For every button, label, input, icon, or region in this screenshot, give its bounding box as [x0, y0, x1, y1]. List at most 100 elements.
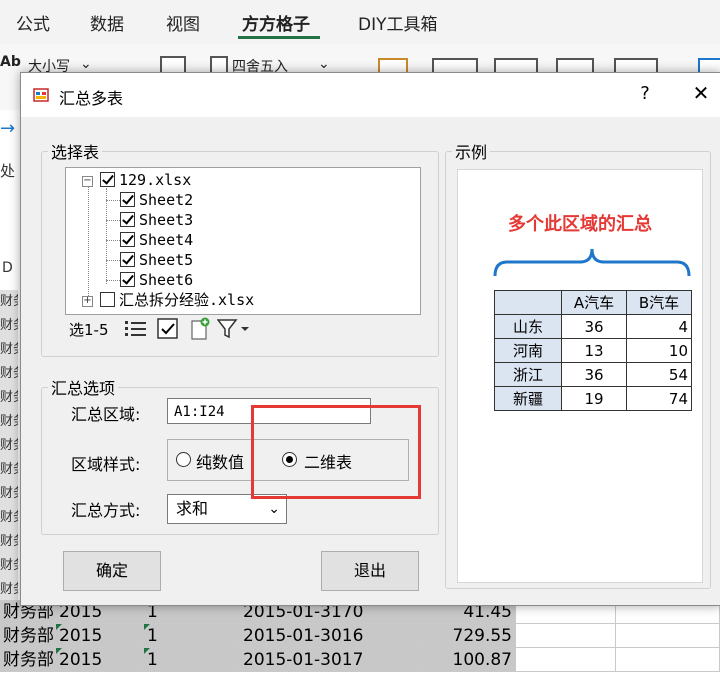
dialog-titlebar[interactable]: 汇总多表 ? ✕: [21, 73, 720, 117]
cell-date[interactable]: 2015-01-3016: [240, 624, 424, 648]
table-cell-region: 浙江: [494, 362, 562, 387]
tree-node-label: 129.xlsx: [119, 171, 192, 189]
check-all-icon[interactable]: [157, 318, 179, 340]
cell-empty[interactable]: [516, 624, 616, 648]
tab-view[interactable]: 视图: [166, 10, 200, 35]
cell-empty[interactable]: [616, 624, 720, 648]
tree-toolbar: 选1-5: [65, 313, 419, 345]
tree-node-label: Sheet2: [139, 191, 194, 209]
table-row: 财务部 2015 1 2015-01-3016 729.55: [0, 624, 720, 648]
cell-dept[interactable]: 财务部: [0, 386, 18, 410]
cell-empty[interactable]: [516, 648, 616, 672]
tree-line: [88, 182, 89, 304]
cell-dept[interactable]: 财务部: [0, 314, 18, 338]
example-table: A汽车 B汽车 山东 36 4 河南 13 10 浙江 36 54 新疆 19: [494, 290, 692, 411]
tree-line: [106, 200, 120, 201]
table-header-cell: [494, 290, 562, 315]
cell-dept[interactable]: 财务部: [0, 554, 18, 578]
expand-icon[interactable]: +: [82, 296, 93, 307]
cell-amount[interactable]: 729.55: [424, 624, 516, 648]
style-label: 区域样式:: [71, 455, 141, 474]
tree-node-label: Sheet5: [139, 251, 194, 269]
table-row: 山东 36 4: [494, 314, 692, 339]
example-panel: 多个此区域的汇总 A汽车 B汽车 山东 36 4 河南 13 10 浙江 36: [457, 169, 703, 583]
table-row: 财务部 2015 1 2015-01-3017 100.87: [0, 648, 720, 672]
handle-fragment: 处: [0, 162, 16, 180]
cell-dept[interactable]: 财务部: [0, 578, 18, 600]
sheet-tree[interactable]: − 129.xlsx Sheet2 Sheet3 Sheet4 Sheet5 S…: [65, 167, 421, 315]
checkbox-icon[interactable]: [120, 252, 135, 267]
collapse-icon[interactable]: −: [82, 176, 93, 187]
cell-dept[interactable]: 财务部: [0, 458, 18, 482]
cell-dept[interactable]: 财务部: [0, 362, 18, 386]
checkbox-icon[interactable]: [120, 272, 135, 287]
cell-dept[interactable]: 财务部: [0, 482, 18, 506]
checkbox-icon[interactable]: [100, 292, 115, 307]
table-cell-b: 4: [626, 314, 692, 339]
tab-diy-tools[interactable]: DIY工具箱: [358, 10, 438, 35]
table-cell-a: 19: [561, 386, 627, 411]
table-cell-b: 10: [626, 338, 692, 363]
cell-dept[interactable]: 财务部: [0, 506, 18, 530]
example-legend: 示例: [455, 143, 488, 162]
cell-dept[interactable]: 财务部: [0, 530, 18, 554]
tree-line: [106, 280, 120, 281]
cell-dept[interactable]: 财务部: [0, 410, 18, 434]
cell-dept[interactable]: 财务部: [0, 338, 18, 362]
list-icon[interactable]: [125, 319, 147, 339]
filter-icon[interactable]: [217, 319, 251, 339]
example-caption: 多个此区域的汇总: [508, 214, 652, 235]
table-row: 河南 13 10: [494, 338, 692, 363]
table-cell-b: 74: [626, 386, 692, 411]
tab-formulas[interactable]: 公式: [16, 10, 50, 35]
exit-button[interactable]: 退出: [321, 551, 419, 591]
highlight-box: [251, 405, 421, 499]
case-icon-text: Ab: [0, 54, 21, 70]
cell-amount[interactable]: 100.87: [424, 648, 516, 672]
cell-year[interactable]: 2015: [56, 648, 144, 672]
cell-date[interactable]: 2015-01-3017: [240, 648, 424, 672]
cell-dept[interactable]: 财务部: [0, 624, 56, 648]
checkbox-icon[interactable]: [120, 192, 135, 207]
select-range-button[interactable]: 选1-5: [69, 319, 109, 340]
tree-line: [106, 240, 120, 241]
ok-button[interactable]: 确定: [63, 551, 161, 591]
tab-fangfang[interactable]: 方方格子: [242, 10, 310, 35]
arrow-icon: →: [0, 118, 16, 139]
tree-line: [106, 220, 120, 221]
table-header-cell: B汽车: [626, 290, 692, 315]
tree-node-label: Sheet6: [139, 271, 194, 289]
tree-line: [106, 188, 107, 284]
tab-data[interactable]: 数据: [90, 10, 124, 35]
cell-num[interactable]: 1: [144, 624, 240, 648]
cell-year[interactable]: 2015: [56, 624, 144, 648]
summary-options-legend: 汇总选项: [51, 379, 116, 398]
table-cell-region: 新疆: [494, 386, 562, 411]
help-button[interactable]: ?: [633, 83, 657, 104]
checkbox-icon[interactable]: [100, 172, 115, 187]
table-row: 新疆 19 74: [494, 386, 692, 411]
ribbon-tab-bar: 公式 数据 视图 方方格子 DIY工具箱: [0, 0, 720, 44]
method-label: 汇总方式:: [71, 501, 141, 520]
table-cell-a: 13: [561, 338, 627, 363]
radio-plain-values-label[interactable]: 纯数值: [196, 449, 244, 473]
radio-plain-values[interactable]: [176, 452, 191, 467]
checkbox-icon[interactable]: [120, 212, 135, 227]
checkbox-icon[interactable]: [120, 232, 135, 247]
add-sheet-icon[interactable]: [189, 317, 211, 341]
cell-empty[interactable]: [616, 648, 720, 672]
select-tables-legend: 选择表: [51, 143, 100, 162]
brace-icon: [493, 248, 691, 277]
cell-dept[interactable]: 财务部: [0, 648, 56, 672]
table-row: 浙江 36 54: [494, 362, 692, 387]
active-tab-indicator: [238, 36, 320, 39]
chevron-down-icon[interactable]: ⌄: [268, 495, 280, 523]
app-icon: [33, 88, 49, 102]
cell-dept[interactable]: 财务部: [0, 290, 18, 314]
cell-dept[interactable]: 财务部: [0, 434, 18, 458]
close-button[interactable]: ✕: [689, 81, 713, 105]
chevron-down-icon[interactable]: ⌄: [318, 56, 330, 72]
cell-num[interactable]: 1: [144, 648, 240, 672]
column-header-d: D: [2, 260, 13, 276]
chevron-down-icon[interactable]: ⌄: [80, 56, 92, 72]
